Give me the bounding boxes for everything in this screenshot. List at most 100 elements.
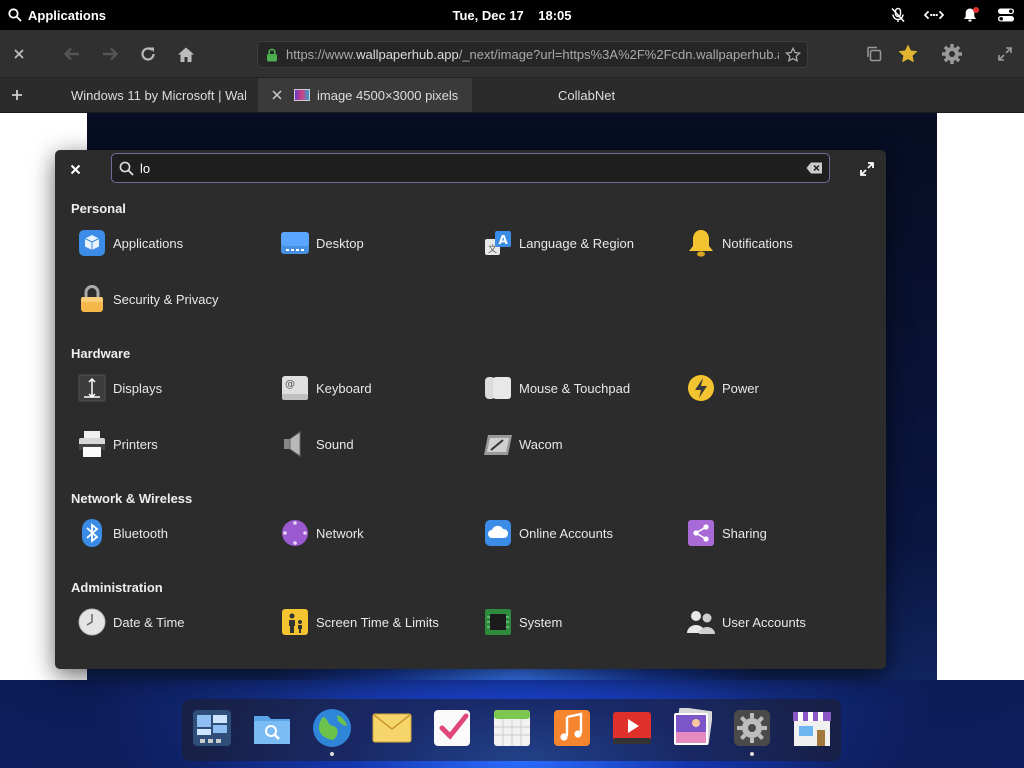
- settings-item-sharing[interactable]: Sharing: [686, 515, 767, 551]
- settings-item-label: Mouse & Touchpad: [519, 380, 631, 396]
- settings-item-desktop[interactable]: Desktop: [280, 225, 364, 261]
- settings-item-label: Online Accounts: [519, 525, 613, 541]
- settings-item-date-time[interactable]: Date & Time: [77, 604, 185, 640]
- dock-calendar[interactable]: [491, 707, 533, 749]
- settings-item-sound[interactable]: Sound: [280, 426, 354, 462]
- share-icon: [686, 518, 716, 548]
- back-button[interactable]: [60, 42, 84, 66]
- session-toggle-icon[interactable]: [996, 5, 1016, 25]
- clock-date[interactable]: Tue, Dec 17: [453, 8, 524, 23]
- browser-toolbar: https://www.wallpaperhub.app/_next/image…: [0, 30, 1024, 78]
- section-title-hardware: Hardware: [71, 346, 131, 361]
- forward-button[interactable]: [98, 42, 122, 66]
- search-input[interactable]: [140, 160, 806, 176]
- tab-label: CollabNet: [558, 87, 616, 103]
- tab-collabnet[interactable]: CollabNet: [558, 78, 678, 112]
- fullscreen-button[interactable]: [993, 42, 1017, 66]
- settings-item-mouse-touchpad[interactable]: Mouse & Touchpad: [483, 370, 630, 406]
- settings-item-label: Sharing: [722, 525, 767, 541]
- settings-item-displays[interactable]: Displays: [77, 370, 162, 406]
- settings-item-screen-time-limits[interactable]: Screen Time & Limits: [280, 604, 439, 640]
- settings-item-power[interactable]: Power: [686, 370, 759, 406]
- chip-icon: [483, 607, 513, 637]
- maximize-button[interactable]: [857, 159, 877, 179]
- network-globe-icon: [280, 518, 310, 548]
- store-icon: [793, 712, 831, 746]
- parental-icon: [280, 607, 310, 637]
- bookmarks-button[interactable]: [896, 42, 920, 66]
- dock-multitasking-view[interactable]: [191, 707, 233, 749]
- settings-item-label: Network: [316, 525, 364, 541]
- padlock-icon: [77, 284, 107, 314]
- users-icon: [686, 607, 716, 637]
- settings-item-language-region[interactable]: 文A Language & Region: [483, 225, 634, 261]
- dock-app-center[interactable]: [791, 707, 833, 749]
- globe-icon: [313, 709, 351, 747]
- settings-item-label: Date & Time: [113, 614, 185, 630]
- tab-windows-11[interactable]: Windows 11 by Microsoft | Wall: [71, 78, 246, 112]
- tab-image[interactable]: image 4500×3000 pixels: [258, 78, 472, 112]
- settings-item-printers[interactable]: Printers: [77, 426, 158, 462]
- calendar-icon: [494, 710, 530, 746]
- dock-tasks[interactable]: [431, 707, 473, 749]
- search-icon: [119, 161, 134, 176]
- settings-item-wacom[interactable]: Wacom: [483, 426, 563, 462]
- settings-item-network[interactable]: Network: [280, 515, 364, 551]
- settings-item-bluetooth[interactable]: Bluetooth: [77, 515, 168, 551]
- dock-music[interactable]: [551, 707, 593, 749]
- section-title-personal: Personal: [71, 201, 126, 216]
- tab-close-icon[interactable]: [272, 90, 282, 100]
- dock-web-browser[interactable]: [311, 707, 353, 756]
- tab-label: image 4500×3000 pixels: [317, 87, 459, 103]
- settings-item-label: System: [519, 614, 563, 630]
- new-tab-button[interactable]: [4, 78, 30, 112]
- settings-item-system[interactable]: System: [483, 604, 562, 640]
- reload-button[interactable]: [136, 42, 160, 66]
- clear-search-icon[interactable]: [806, 162, 823, 174]
- settings-item-keyboard[interactable]: @ Keyboard: [280, 370, 372, 406]
- settings-item-label: Displays: [113, 380, 163, 396]
- running-indicator: [330, 752, 334, 756]
- settings-item-user-accounts[interactable]: User Accounts: [686, 604, 806, 640]
- bookmark-star-icon[interactable]: [785, 46, 801, 63]
- settings-item-label: Language & Region: [519, 235, 634, 251]
- settings-item-applications[interactable]: Applications: [77, 225, 183, 261]
- page-copy-button[interactable]: [862, 42, 886, 66]
- dock-files[interactable]: [251, 707, 293, 749]
- settings-item-security-privacy[interactable]: Security & Privacy: [77, 281, 218, 317]
- language-icon: 文A: [483, 228, 513, 258]
- plus-icon: [12, 90, 22, 100]
- home-button[interactable]: [174, 42, 198, 66]
- settings-item-label: Screen Time & Limits: [316, 614, 439, 630]
- date-time-indicator: Tue, Dec 17 18:05: [0, 8, 1024, 23]
- dock-videos[interactable]: [611, 707, 653, 749]
- tablet-icon: [483, 429, 513, 459]
- close-window-button[interactable]: [7, 42, 31, 66]
- files-icon: [254, 716, 290, 744]
- notifications-icon[interactable]: [960, 5, 980, 25]
- dock-mail[interactable]: [371, 707, 413, 749]
- clock-time[interactable]: 18:05: [538, 8, 571, 23]
- network-icon[interactable]: [924, 5, 944, 25]
- close-settings-button[interactable]: [65, 159, 85, 179]
- applications-label: Applications: [28, 7, 107, 23]
- address-bar[interactable]: https://www.wallpaperhub.app/_next/image…: [257, 41, 808, 68]
- dock-system-settings[interactable]: [731, 707, 773, 756]
- printer-icon: [77, 429, 107, 459]
- arrow-right-icon: [103, 47, 119, 61]
- close-icon: [70, 164, 80, 174]
- search-icon: [8, 8, 22, 22]
- lock-icon: [267, 48, 277, 61]
- settings-item-notifications[interactable]: Notifications: [686, 225, 793, 261]
- settings-search-field[interactable]: [111, 153, 830, 183]
- mic-muted-icon[interactable]: [888, 5, 908, 25]
- bluetooth-icon: [77, 518, 107, 548]
- settings-item-label: Printers: [113, 436, 158, 452]
- svg-text:A: A: [499, 233, 509, 247]
- browser-settings-button[interactable]: [940, 42, 964, 66]
- applications-menu[interactable]: Applications: [0, 8, 106, 23]
- tab-label: Windows 11 by Microsoft | Wall: [71, 87, 246, 103]
- settings-item-label: Applications: [113, 235, 184, 251]
- dock-photos[interactable]: [671, 707, 713, 749]
- settings-item-online-accounts[interactable]: Online Accounts: [483, 515, 613, 551]
